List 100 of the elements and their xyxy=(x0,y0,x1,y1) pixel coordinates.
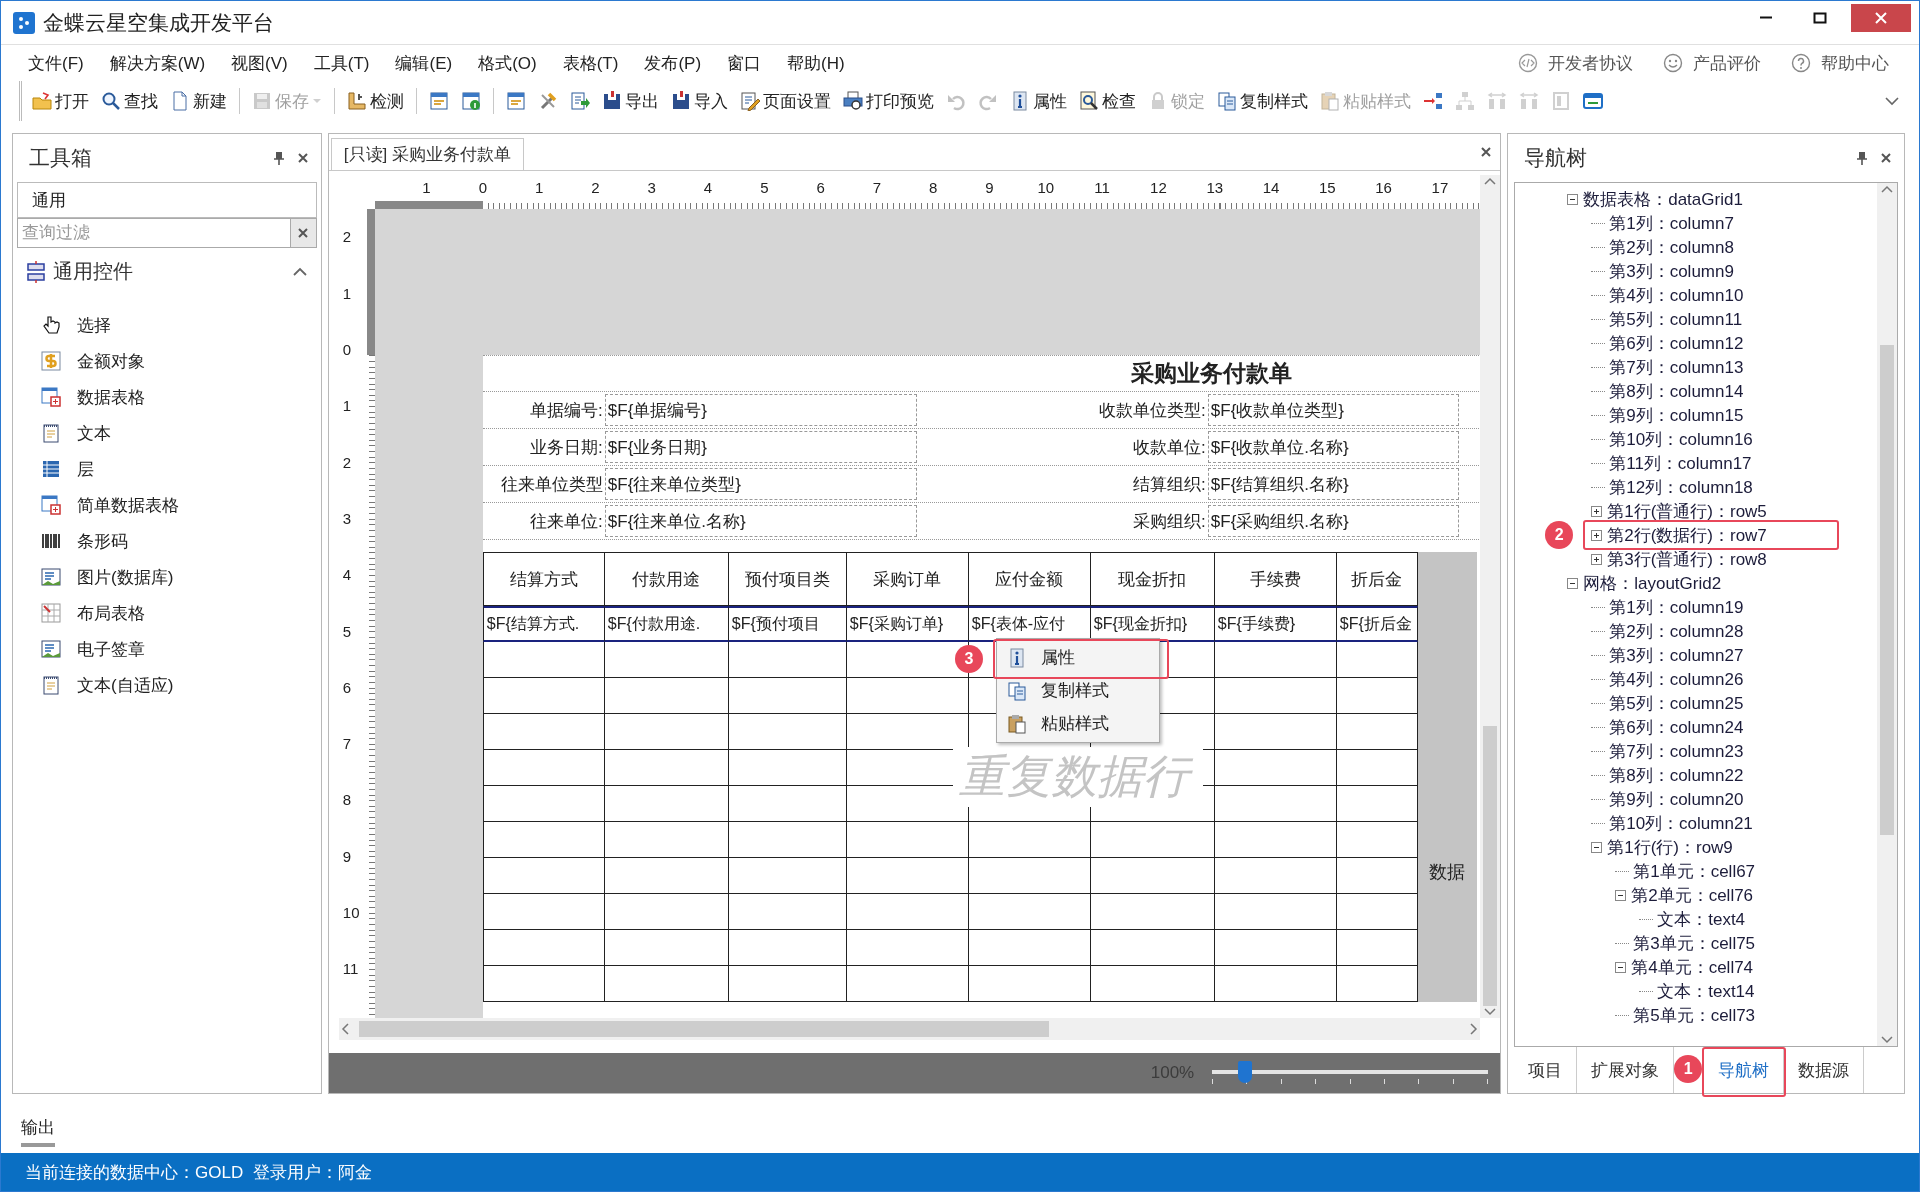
tree-node[interactable]: 第1单元：cell67 xyxy=(1631,859,1758,883)
collapse-icon[interactable] xyxy=(1591,841,1603,853)
menu-item[interactable]: 窗口 xyxy=(714,51,775,75)
context-menu-item[interactable]: 属性 xyxy=(996,641,1159,674)
toolbox-item[interactable]: 电子签章 xyxy=(41,631,321,667)
vertical-scrollbar[interactable] xyxy=(1877,183,1897,1046)
tree-node[interactable]: 第7列：column13 xyxy=(1607,355,1746,379)
context-menu-item[interactable]: 复制样式 xyxy=(996,674,1159,707)
toolbox-item[interactable]: 文本 xyxy=(41,415,321,451)
toolbar-button[interactable]: 页面设置 xyxy=(736,85,835,117)
expand-icon[interactable] xyxy=(1591,505,1603,517)
clear-button[interactable] xyxy=(290,218,317,248)
tree-node[interactable]: 第3行(普通行)：row8 xyxy=(1605,547,1769,571)
menu-item[interactable]: 格式(O) xyxy=(465,51,550,75)
expand-icon[interactable] xyxy=(1591,553,1603,565)
panel-tab[interactable]: 项目 xyxy=(1514,1047,1578,1093)
collapse-icon[interactable] xyxy=(1615,889,1627,901)
header-link[interactable]: 帮助中心 xyxy=(1791,51,1889,75)
close-button[interactable] xyxy=(296,152,309,164)
tree-node[interactable]: 第6列：column12 xyxy=(1607,331,1746,355)
toolbar-button[interactable]: 查找 xyxy=(97,85,162,117)
tree-node[interactable]: 第2行(数据行)：row7 xyxy=(1605,523,1769,547)
tree-node[interactable]: 第8列：column22 xyxy=(1607,763,1746,787)
toolbox-item[interactable]: 层 xyxy=(41,451,321,487)
collapse-icon[interactable] xyxy=(1567,577,1579,589)
horizontal-scrollbar[interactable] xyxy=(338,1018,1481,1040)
menu-item[interactable]: 视图(V) xyxy=(218,51,301,75)
tree-node[interactable]: 第4列：column26 xyxy=(1607,667,1746,691)
tree-node[interactable]: 第1行(行)：row9 xyxy=(1605,835,1735,859)
group-tab[interactable]: 通用 xyxy=(17,182,317,218)
tree-node[interactable]: 文本：text14 xyxy=(1655,979,1757,1003)
context-menu-item[interactable]: 粘贴样式 xyxy=(996,707,1159,740)
tree-node[interactable]: 第3单元：cell75 xyxy=(1631,931,1758,955)
toolbar-button[interactable]: 新建 xyxy=(166,85,231,117)
tree-node[interactable]: 第5列：column11 xyxy=(1607,307,1745,331)
toolbox-item[interactable]: 图片(数据库) xyxy=(41,559,321,595)
toolbox-item[interactable]: 条形码 xyxy=(41,523,321,559)
tree-node[interactable]: 第4列：column10 xyxy=(1607,283,1746,307)
tree-node[interactable]: 第9列：column15 xyxy=(1607,403,1746,427)
toolbar-button[interactable]: 导出 xyxy=(598,85,663,117)
section-header[interactable]: 通用控件 xyxy=(27,258,307,285)
tree-node[interactable]: 第10列：column16 xyxy=(1607,427,1755,451)
tree-node[interactable]: 第1列：column19 xyxy=(1607,595,1746,619)
tree-node[interactable]: 第6列：column24 xyxy=(1607,715,1746,739)
header-link[interactable]: 开发者协议 xyxy=(1518,51,1633,75)
collapse-icon[interactable] xyxy=(1615,961,1627,973)
menu-item[interactable]: 编辑(E) xyxy=(382,51,466,75)
zoom-slider[interactable] xyxy=(1212,1061,1489,1085)
toolbox-item[interactable]: 文本(自适应) xyxy=(41,667,321,703)
vertical-scrollbar[interactable] xyxy=(1480,175,1501,1018)
menu-item[interactable]: 发布(P) xyxy=(631,51,715,75)
output-tab[interactable]: 输出 xyxy=(21,1116,55,1147)
menu-item[interactable]: 文件(F) xyxy=(15,51,97,75)
toolbar-button[interactable]: 检查 xyxy=(1075,85,1140,117)
menu-item[interactable]: 帮助(H) xyxy=(774,51,858,75)
tree-node[interactable]: 第3列：column9 xyxy=(1607,259,1736,283)
tree-node[interactable]: 数据表格：dataGrid1 xyxy=(1581,187,1745,211)
scrollbar-thumb[interactable] xyxy=(358,1021,1049,1037)
filter-field[interactable]: 查询过滤 xyxy=(17,218,291,248)
toolbar-button[interactable]: 导入 xyxy=(667,85,732,117)
scrollbar-thumb[interactable] xyxy=(1880,345,1894,835)
tree-node[interactable]: 文本：text4 xyxy=(1655,907,1748,931)
tree-node[interactable]: 第8列：column14 xyxy=(1607,379,1746,403)
menu-item[interactable]: 工具(T) xyxy=(300,51,383,75)
toolbox-item[interactable]: 数据表格 xyxy=(41,379,321,415)
header-link[interactable]: 产品评价 xyxy=(1663,51,1761,75)
tree-node[interactable]: 第2列：column28 xyxy=(1607,619,1746,643)
panel-tab[interactable]: 扩展对象 xyxy=(1577,1047,1675,1093)
tree-node[interactable]: 第7列：column23 xyxy=(1607,739,1746,763)
toolbar-button[interactable]: 属性 xyxy=(1006,85,1071,117)
tree-node[interactable]: 第3列：column27 xyxy=(1607,643,1746,667)
tree-node[interactable]: 第2列：column8 xyxy=(1607,235,1736,259)
panel-tab[interactable]: 数据源 xyxy=(1784,1047,1865,1093)
close-button[interactable] xyxy=(1880,152,1892,164)
tree-node[interactable]: 第9列：column20 xyxy=(1607,787,1746,811)
pin-button[interactable] xyxy=(272,151,285,165)
menu-item[interactable]: 解决方案(W) xyxy=(96,51,219,75)
pin-button[interactable] xyxy=(1856,151,1868,165)
toolbox-item[interactable]: 金额对象 xyxy=(41,343,321,379)
toolbox-item[interactable]: 简单数据表格 xyxy=(41,487,321,523)
tree-node[interactable]: 第1行(普通行)：row5 xyxy=(1605,499,1769,523)
tree-node[interactable]: 第10列：column21 xyxy=(1607,811,1755,835)
toolbar-button[interactable]: 复制样式 xyxy=(1213,85,1312,117)
close-button[interactable] xyxy=(1851,3,1911,32)
toolbar-button[interactable]: 检测 xyxy=(343,85,408,117)
expand-icon[interactable] xyxy=(1591,529,1603,541)
tree-node[interactable]: 网格：layoutGrid2 xyxy=(1581,571,1724,595)
tree-node[interactable]: 第12列：column18 xyxy=(1607,475,1755,499)
menu-item[interactable]: 表格(T) xyxy=(549,51,632,75)
tree-node[interactable]: 第4单元：cell74 xyxy=(1629,955,1756,979)
close-button[interactable] xyxy=(1480,146,1493,158)
tree-node[interactable]: 第5列：column25 xyxy=(1607,691,1746,715)
toolbox-item[interactable]: 选择 xyxy=(41,307,321,343)
tree-node[interactable]: 第2单元：cell76 xyxy=(1629,883,1756,907)
tree-node[interactable]: 第11列：column17 xyxy=(1607,451,1754,475)
toolbox-item[interactable]: 布局表格 xyxy=(41,595,321,631)
collapse-icon[interactable] xyxy=(1567,193,1579,205)
tree-node[interactable]: 第1列：column7 xyxy=(1607,211,1736,235)
toolbar-button[interactable]: 打印预览 xyxy=(839,85,938,117)
tree-node[interactable]: 第5单元：cell73 xyxy=(1631,1003,1758,1027)
